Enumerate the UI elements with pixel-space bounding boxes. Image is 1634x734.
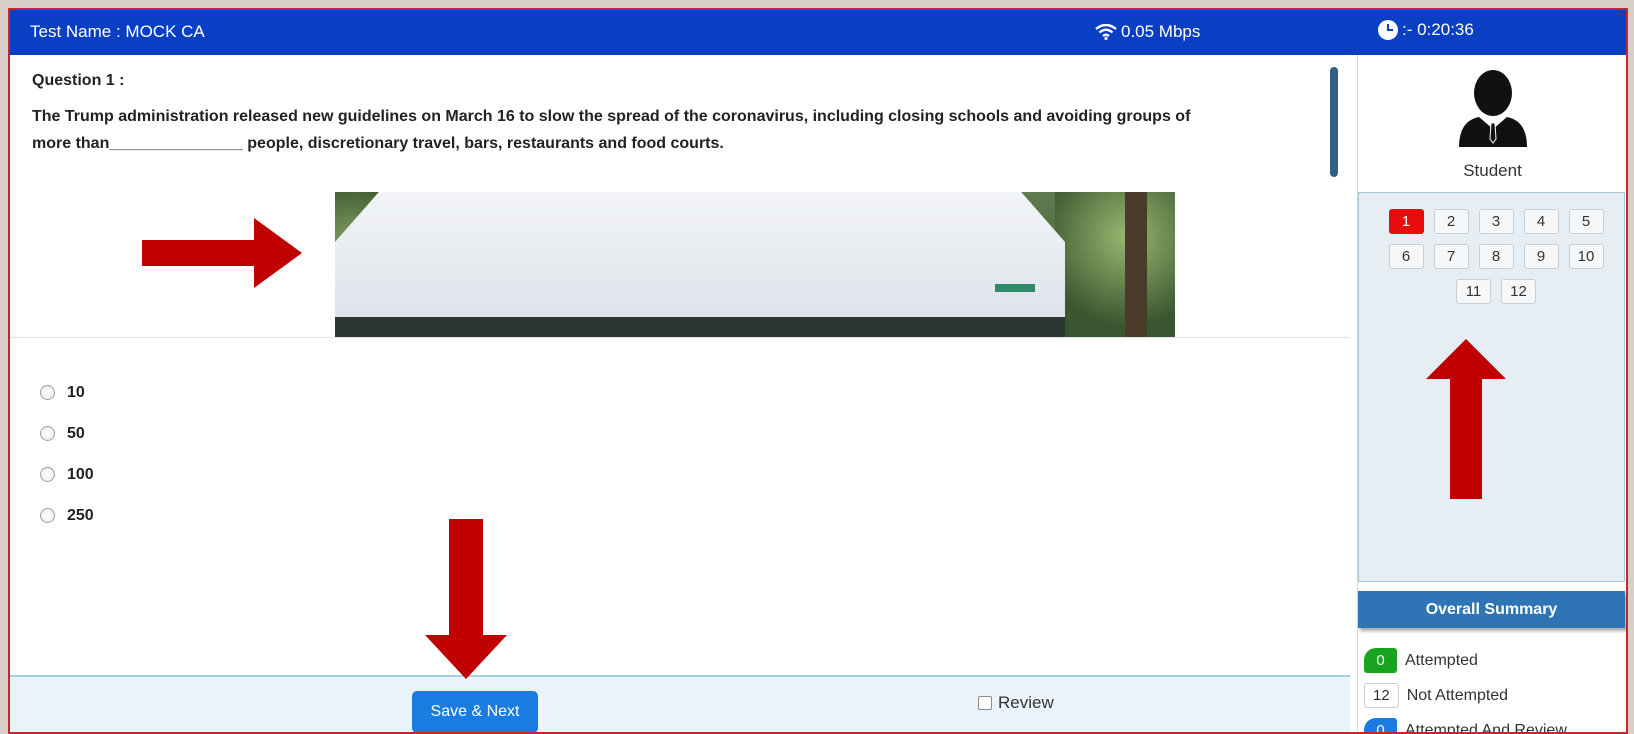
image-tent [335,192,1065,317]
header-bar: Test Name : MOCK CA 0.05 Mbps :- 0:20:36 [10,10,1626,55]
option-3[interactable]: 100 [40,454,94,495]
option-1[interactable]: 10 [40,372,94,413]
attempted-count: 0 [1364,648,1397,673]
summary-header: Overall Summary [1358,591,1625,628]
question-button-7[interactable]: 7 [1433,244,1469,269]
question-grid: 1 2 3 4 5 6 7 8 9 10 11 12 [1382,209,1610,304]
image-trees-right [1055,192,1175,337]
question-text: The Trump administration released new gu… [32,103,1192,157]
profile-panel: Student [1358,55,1626,187]
bottom-action-bar: Save & Next Review [10,675,1350,732]
clock-icon [1378,20,1398,40]
annotation-arrow-up-icon [1426,339,1506,499]
summary-attempted: 0 Attempted [1364,643,1624,678]
review-label: Review [998,693,1054,712]
question-button-5[interactable]: 5 [1568,209,1604,234]
annotation-arrow-down-icon [425,519,507,679]
question-button-10[interactable]: 10 [1568,244,1604,269]
attempted-review-count: 0 [1364,718,1397,732]
question-panel[interactable]: Question 1 : The Trump administration re… [10,55,1350,338]
option-4[interactable]: 250 [40,495,94,536]
option-3-radio[interactable] [40,467,55,482]
option-label: 10 [67,383,85,401]
question-button-3[interactable]: 3 [1478,209,1514,234]
network-speed: 0.05 Mbps [1095,22,1200,42]
speed-value: 0.05 Mbps [1121,22,1201,41]
save-next-button[interactable]: Save & Next [412,691,538,732]
timer-value: :- 0:20:36 [1402,20,1474,39]
attempted-review-label: Attempted And Review [1405,721,1567,734]
summary-attempted-review: 0 Attempted And Review [1364,713,1624,734]
question-button-12[interactable]: 12 [1501,279,1536,304]
summary-not-attempted: 12 Not Attempted [1364,678,1624,713]
question-number: Question 1 : [32,72,125,89]
question-button-9[interactable]: 9 [1523,244,1559,269]
question-scrollbar[interactable] [1330,67,1338,177]
image-tent-logo [995,284,1035,292]
option-label: 50 [67,424,85,442]
exam-window: Test Name : MOCK CA 0.05 Mbps :- 0:20:36… [8,8,1628,734]
test-name: Test Name : MOCK CA [30,22,205,41]
image-tent-base [335,317,1065,337]
attempted-label: Attempted [1405,651,1478,669]
question-image [335,192,1175,337]
question-text-part2: people, discretionary travel, bars, rest… [242,135,724,152]
option-4-radio[interactable] [40,508,55,523]
not-attempted-label: Not Attempted [1406,686,1509,704]
question-button-1[interactable]: 1 [1388,209,1424,234]
question-blank: _______________ [109,135,243,152]
image-tree-trunk [1125,192,1147,337]
question-button-2[interactable]: 2 [1433,209,1469,234]
summary-list: 0 Attempted 12 Not Attempted 0 Attempted… [1364,643,1624,734]
timer: :- 0:20:36 [1378,20,1474,40]
question-button-8[interactable]: 8 [1478,244,1514,269]
annotation-arrow-right-icon [142,218,302,288]
question-button-11[interactable]: 11 [1456,279,1491,304]
question-button-6[interactable]: 6 [1388,244,1424,269]
option-label: 100 [67,465,94,483]
option-1-radio[interactable] [40,385,55,400]
answer-options: 10 50 100 250 [40,372,94,536]
user-avatar-icon [1459,70,1527,147]
option-label: 250 [67,506,94,524]
question-button-4[interactable]: 4 [1523,209,1559,234]
option-2[interactable]: 50 [40,413,94,454]
review-checkbox[interactable] [978,696,992,710]
not-attempted-count: 12 [1364,683,1399,708]
wifi-icon [1095,24,1117,40]
review-toggle[interactable]: Review [978,693,1054,713]
profile-name: Student [1463,161,1522,180]
option-2-radio[interactable] [40,426,55,441]
